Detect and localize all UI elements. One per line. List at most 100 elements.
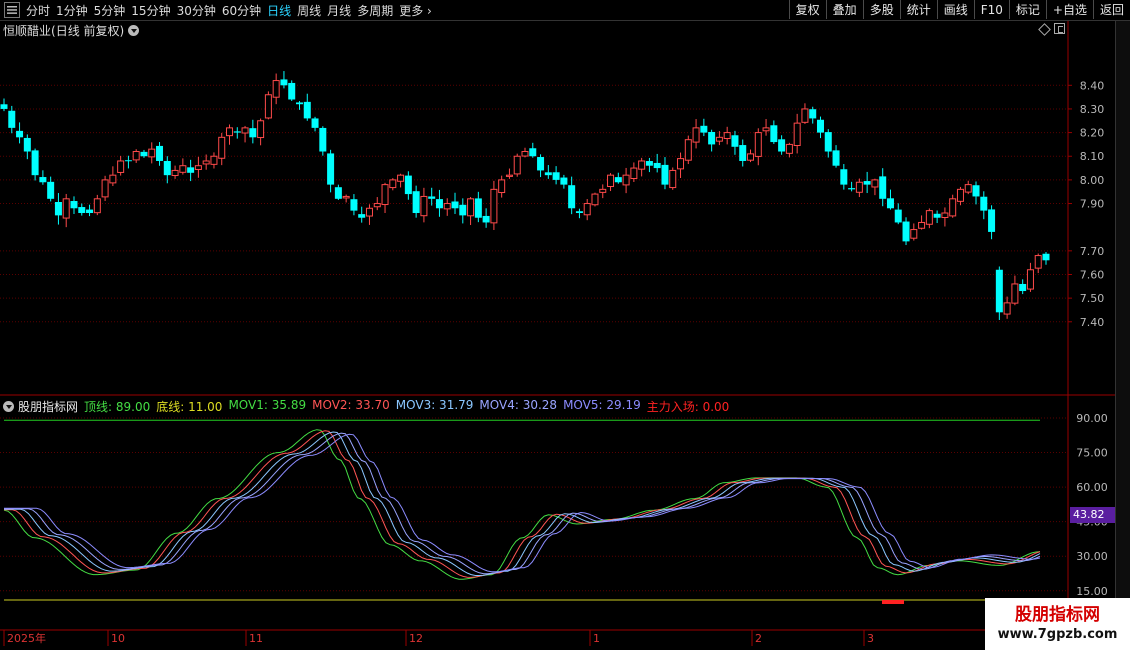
candle-body (537, 157, 545, 171)
main-force-bar (882, 600, 904, 604)
candle-body (295, 102, 303, 105)
watermark-url: www.7gpzb.com (997, 627, 1118, 642)
candle-body (521, 151, 529, 157)
candle-body (31, 150, 39, 176)
candle-body (933, 213, 941, 218)
date-label: 2025年 (7, 631, 46, 645)
candle-body (303, 101, 311, 119)
candle-body (661, 164, 669, 185)
legend-item-3: MOV2: 33.70 (312, 398, 390, 412)
candle-body (879, 176, 887, 199)
candle-body (365, 207, 373, 217)
indicator-dropdown-icon[interactable] (3, 401, 14, 412)
candle-body (607, 174, 615, 188)
candle-body (179, 165, 187, 173)
watermark: 股朋指标网 www.7gpzb.com (985, 598, 1130, 650)
candle-body (988, 209, 996, 232)
candle-body (62, 198, 70, 219)
main-chart[interactable]: 8.40 8.30 8.20 8.10 8.00 7.90 7.70 7.60 7.50 7.40… (0, 0, 1130, 650)
candle-body (505, 174, 513, 177)
candle-body (630, 167, 638, 180)
candle-body (0, 104, 8, 109)
candle-body (358, 214, 366, 218)
indicator-tick-label: 75.00 (1076, 447, 1108, 460)
candle-body (770, 125, 778, 143)
candle-body (886, 198, 894, 209)
candle-body (816, 119, 824, 133)
candle-body (474, 198, 482, 218)
candle-body (451, 201, 459, 209)
candle-body (715, 136, 723, 142)
indicator-name[interactable]: 股朋指标网 (18, 398, 78, 415)
candle-body (226, 127, 234, 137)
candle-body (614, 177, 622, 183)
candle-body (78, 207, 86, 213)
candle-body (809, 109, 817, 119)
candle-body (677, 158, 685, 170)
candle-body (86, 209, 94, 213)
candle-body (498, 179, 506, 194)
candle-body (793, 122, 801, 147)
candle-body (202, 160, 210, 165)
candle-body (972, 185, 980, 197)
candle-body (249, 128, 257, 138)
candle-body (708, 131, 716, 145)
candle-body (163, 161, 171, 176)
candle-body (956, 188, 964, 202)
candle-body (894, 209, 902, 223)
candle-body (910, 229, 918, 239)
candle-body (645, 161, 653, 166)
candle-body (980, 196, 988, 211)
candle-body (280, 79, 288, 86)
candle-body (420, 195, 428, 217)
candle-body (428, 196, 436, 199)
candle-body (824, 132, 832, 152)
candle-body (1034, 255, 1042, 269)
candle-body (109, 174, 117, 184)
candle-body (591, 193, 599, 206)
legend-item-6: MOV5: 29.19 (563, 398, 641, 412)
legend-item-2: MOV1: 35.89 (228, 398, 307, 412)
candle-body (855, 181, 863, 193)
candle-body (404, 175, 412, 195)
candle-body (194, 165, 202, 170)
candle-body (490, 188, 498, 224)
indicator-legend: 股朋指标网 顶线: 89.00 底线: 11.00 MOV1: 35.89 MOV2:… (3, 398, 735, 415)
date-label: 11 (249, 632, 263, 645)
candle-body (23, 137, 31, 152)
candle-body (995, 269, 1003, 313)
price-tick-label: 7.60 (1080, 268, 1105, 281)
legend-item-4: MOV3: 31.79 (395, 398, 474, 412)
candle-body (638, 160, 646, 170)
candle-body (435, 199, 443, 209)
candle-body (124, 160, 132, 162)
candle-body (941, 212, 949, 218)
candle-body (218, 136, 226, 159)
price-tick-label: 7.40 (1080, 316, 1105, 329)
candle-body (1003, 302, 1011, 315)
candle-body (156, 145, 164, 161)
candle-body (560, 177, 568, 185)
candle-body (552, 172, 560, 180)
candle-body (101, 179, 109, 198)
candle-body (257, 120, 265, 139)
candle-body (272, 80, 280, 98)
candle-body (754, 132, 762, 157)
candle-body (412, 191, 420, 213)
candle-body (949, 198, 957, 217)
candle-body (350, 199, 358, 211)
candle-body (117, 160, 125, 173)
candle-body (692, 127, 700, 143)
date-label: 10 (111, 632, 125, 645)
candle-body (568, 185, 576, 209)
date-label: 1 (593, 632, 600, 645)
candle-body (529, 148, 537, 157)
side-panel-strip[interactable] (1115, 21, 1130, 650)
candle-body (762, 127, 770, 132)
candle-body (871, 179, 879, 188)
legend-item-0: 顶线: 89.00 (84, 400, 151, 414)
candle-body (778, 139, 786, 152)
candle-body (1019, 283, 1027, 292)
candle-body (723, 132, 731, 139)
candle-body (171, 169, 179, 177)
